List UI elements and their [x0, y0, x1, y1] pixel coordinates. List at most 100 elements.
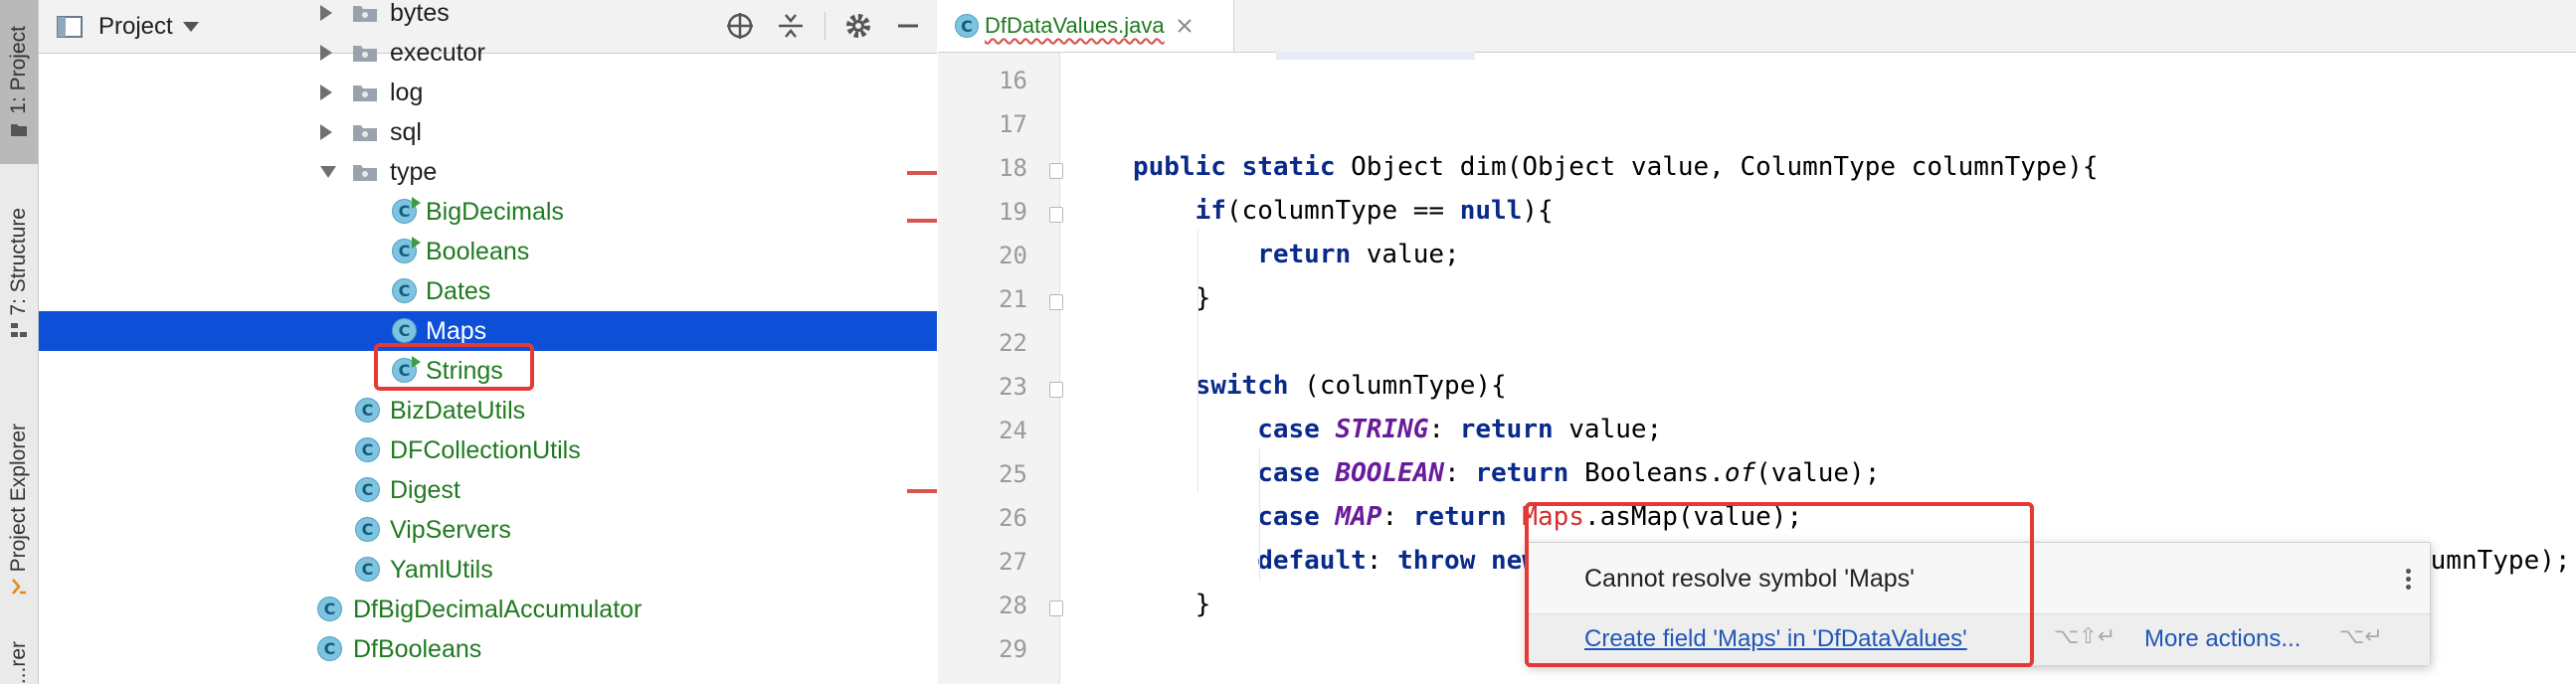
code-token: value;: [1366, 240, 1460, 269]
tab-project-explorer[interactable]: Project Explorer: [0, 398, 38, 621]
code-token: MAP: [1335, 502, 1382, 532]
tree-item-label: BizDateUtils: [390, 397, 526, 425]
tree-row-dates[interactable]: C Dates: [39, 271, 937, 311]
expand-arrow-icon[interactable]: [320, 45, 332, 61]
java-class-icon: C: [355, 398, 380, 423]
expand-arrow-icon[interactable]: [320, 124, 332, 140]
tree-item-label: executor: [390, 39, 485, 67]
java-class-icon: C: [355, 437, 380, 462]
line-number: 21: [999, 285, 1027, 313]
code-line: case STRING: return value;: [1257, 415, 1662, 444]
tool-window-strip: 1: Project 7: Structure Project Explorer…: [0, 0, 39, 684]
tree-row-bigdecimals[interactable]: C BigDecimals: [39, 192, 937, 232]
explorer-icon: [12, 579, 26, 596]
fix-shortcut: ⌥⇧↵: [2054, 624, 2116, 649]
fold-marker-icon[interactable]: [1049, 382, 1063, 398]
fold-marker-icon[interactable]: [1049, 207, 1063, 223]
package-folder-icon: [353, 86, 377, 101]
tab-project-explorer-label: Project Explorer: [7, 423, 30, 573]
error-stripe-mark: [907, 219, 937, 223]
code-token: case: [1257, 415, 1336, 444]
tree-item-label: YamlUtils: [390, 556, 493, 584]
line-number: 27: [999, 548, 1027, 576]
package-folder-icon: [353, 6, 377, 22]
tree-item-label: VipServers: [390, 516, 511, 544]
project-panel: Project bytes executor log sql type C BigDecim…: [39, 0, 937, 684]
tab-project-label: 1: Project: [7, 26, 30, 114]
editor-tab-bar: C DfDataValues.java: [938, 0, 2576, 60]
tab-structure-tool-window[interactable]: 7: Structure: [0, 189, 38, 358]
tree-item-label: Maps: [426, 317, 487, 345]
more-options-icon[interactable]: [2406, 569, 2412, 593]
line-number: 23: [999, 373, 1027, 401]
code-token: Booleans.: [1583, 458, 1725, 488]
tab-cut-off-label: ...rer: [7, 641, 30, 684]
code-token: ){: [1522, 196, 1554, 226]
collapse-arrow-icon[interactable]: [320, 166, 336, 178]
tree-row-yamlutils[interactable]: C YamlUtils: [39, 550, 937, 590]
fold-marker-icon[interactable]: [1049, 163, 1063, 179]
package-folder-icon: [353, 125, 377, 141]
code-line: default: throw new: [1257, 546, 1538, 576]
code-token: if: [1195, 196, 1226, 226]
error-stripe-mark: [907, 171, 937, 175]
tab-project-tool-window[interactable]: 1: Project: [0, 0, 38, 164]
tree-row-dfbooleans[interactable]: C DfBooleans: [39, 629, 937, 669]
code-line: public static Object dim(Object value, C…: [1133, 152, 2099, 182]
code-line-tail: lumnType);: [2415, 546, 2571, 576]
line-number: 20: [999, 242, 1027, 269]
tree-item-label: Dates: [426, 277, 491, 305]
indent-guide: [1259, 448, 1261, 580]
highlight-box-overlay: [1525, 502, 2034, 667]
tree-item-label: Digest: [390, 476, 460, 504]
tree-row-bizdateutils[interactable]: C BizDateUtils: [39, 391, 937, 430]
code-line: if(columnType == null){: [1196, 196, 1554, 226]
code-token: :: [1366, 546, 1398, 576]
code-token: (columnType){: [1304, 371, 1507, 401]
tab-cut-off[interactable]: ...rer: [0, 641, 38, 684]
line-number: 29: [999, 635, 1027, 663]
more-actions-link[interactable]: More actions...: [2144, 625, 2300, 653]
fold-marker-icon[interactable]: [1049, 600, 1063, 616]
java-class-icon: C: [955, 14, 979, 38]
code-token: value;: [1568, 415, 1663, 444]
code-token: :: [1444, 458, 1476, 488]
tree-row-vipservers[interactable]: C VipServers: [39, 510, 937, 550]
tree-row-dfbigdecimalaccumulator[interactable]: C DfBigDecimalAccumulator: [39, 590, 937, 629]
tree-row-log[interactable]: log: [39, 73, 937, 112]
tree-row-dfcollectionutils[interactable]: C DFCollectionUtils: [39, 430, 937, 470]
code-token: default: [1257, 546, 1367, 576]
line-number: 26: [999, 504, 1027, 532]
tree-row-digest[interactable]: C Digest: [39, 470, 937, 510]
code-token: :: [1428, 415, 1460, 444]
tree-row-bytes[interactable]: bytes: [39, 0, 937, 33]
code-token: case: [1257, 458, 1336, 488]
code-line: switch (columnType){: [1196, 371, 1507, 401]
line-number: 17: [999, 110, 1027, 138]
code-token: public static: [1133, 152, 1352, 182]
line-number: 16: [999, 67, 1027, 94]
code-token: return: [1475, 458, 1584, 488]
java-class-icon: C: [355, 477, 380, 502]
expand-arrow-icon[interactable]: [320, 5, 332, 21]
tree-row-type[interactable]: type: [39, 152, 937, 192]
tree-row-executor[interactable]: executor: [39, 33, 937, 73]
tab-structure-label: 7: Structure: [7, 207, 30, 316]
code-token: null: [1459, 196, 1523, 226]
code-token: (columnType ==: [1225, 196, 1460, 226]
structure-icon: [11, 323, 27, 338]
code-token: :: [1381, 502, 1413, 532]
line-number: 28: [999, 592, 1027, 619]
fold-marker-icon[interactable]: [1049, 294, 1063, 310]
code-token: }: [1195, 590, 1211, 619]
tree-row-sql[interactable]: sql: [39, 112, 937, 152]
line-number: 18: [999, 154, 1027, 182]
tree-row-booleans[interactable]: C Booleans: [39, 232, 937, 271]
editor-tab-dfdatavalues[interactable]: C DfDataValues.java: [938, 0, 1234, 52]
tree-item-label: log: [390, 79, 424, 106]
tree-item-label: DfBooleans: [353, 635, 482, 663]
close-icon[interactable]: [1177, 18, 1193, 34]
code-line: return value;: [1257, 240, 1460, 269]
error-stripe-mark: [907, 489, 937, 493]
expand-arrow-icon[interactable]: [320, 85, 332, 100]
